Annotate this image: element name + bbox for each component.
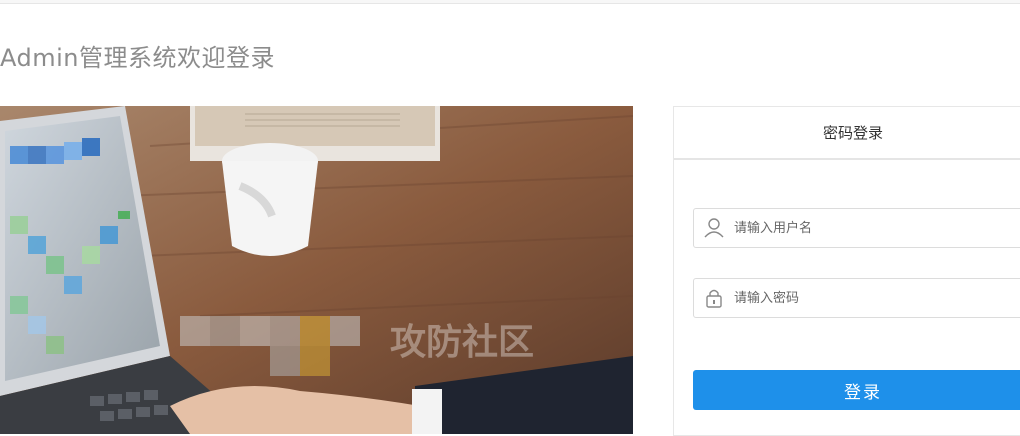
tab-password-login[interactable]: 密码登录 (674, 107, 1020, 160)
username-input[interactable] (734, 210, 1020, 246)
lock-icon (694, 279, 734, 317)
tab-password-login-label: 密码登录 (822, 124, 883, 142)
password-field[interactable] (693, 278, 1020, 318)
hero-watermark: 攻防社区 (390, 322, 534, 363)
username-field[interactable] (693, 208, 1020, 248)
password-input[interactable] (734, 280, 1020, 316)
page-title: Admin管理系统欢迎登录 (0, 44, 275, 72)
login-button[interactable]: 登录 (693, 370, 1020, 410)
login-card: 密码登录 登录 (673, 106, 1020, 436)
user-icon (694, 209, 734, 247)
top-border (0, 0, 1020, 4)
hero-image: 攻防社区 (0, 106, 633, 434)
